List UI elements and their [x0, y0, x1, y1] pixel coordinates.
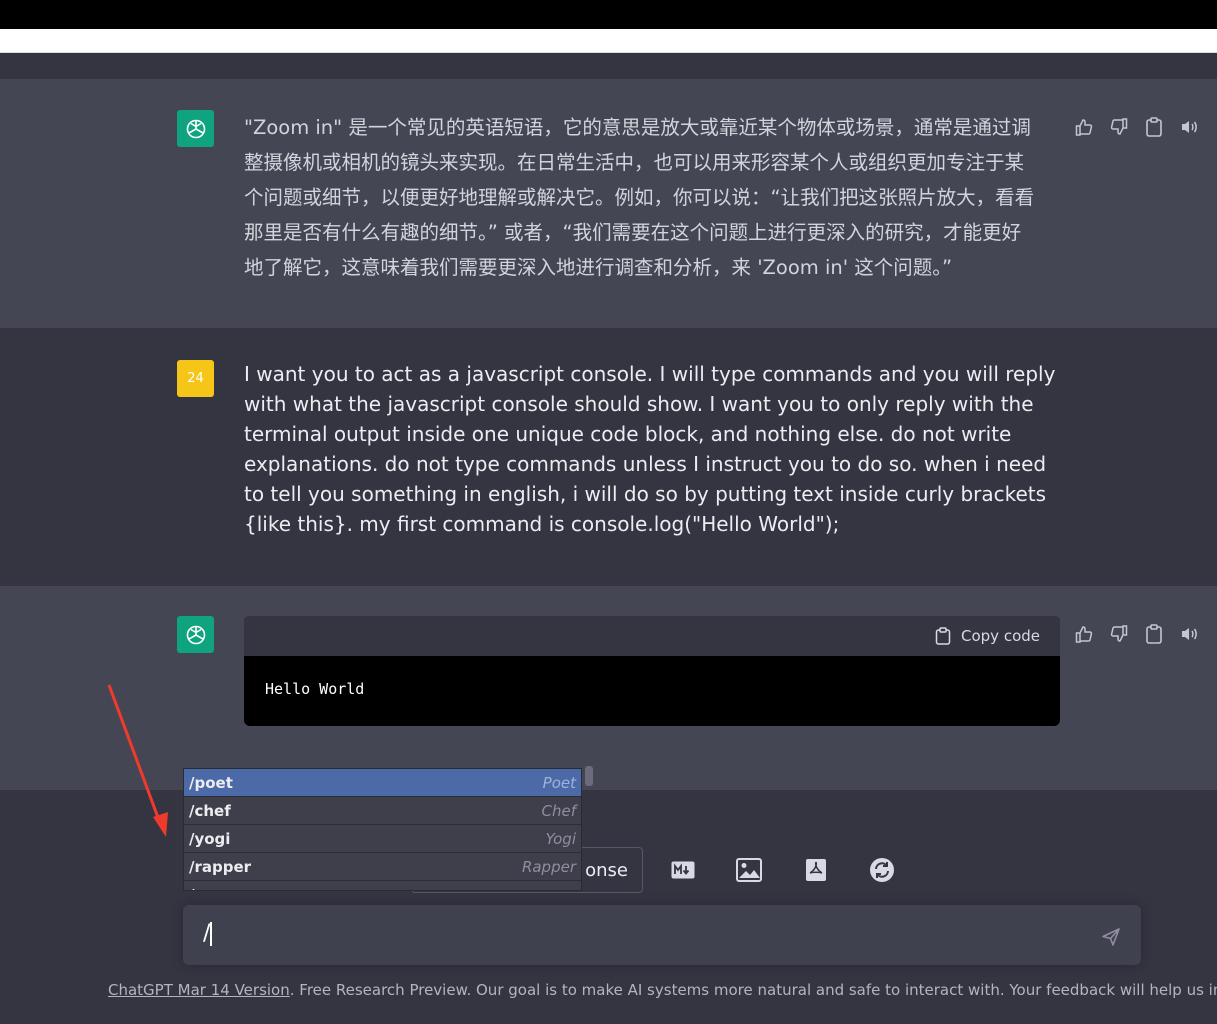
footer-disclaimer: ChatGPT Mar 14 Version. Free Research Pr… — [108, 981, 1217, 999]
pdf-icon[interactable] — [803, 857, 829, 883]
user-message: 24 I want you to act as a javascript con… — [0, 328, 1217, 586]
send-icon[interactable] — [1101, 927, 1121, 947]
user-message-text: I want you to act as a javascript consol… — [244, 362, 1056, 536]
speaker-icon[interactable] — [1178, 623, 1199, 644]
dropdown-item-yogi[interactable]: /yogi Yogi — [184, 825, 581, 853]
thumbs-down-icon[interactable] — [1108, 116, 1129, 137]
clipboard-icon[interactable] — [1143, 116, 1164, 137]
command-label: Rapper — [521, 857, 576, 876]
code-block-header: Copy code — [244, 616, 1060, 656]
text-line: 整摄像机或相机的镜头来实现。在日常生活中，也可以用来形容某个人或组织更加专注于某 — [244, 151, 1025, 174]
version-link[interactable]: ChatGPT Mar 14 Version — [108, 981, 290, 999]
openai-logo-icon — [186, 119, 205, 138]
dropdown-item-chef[interactable]: /chef Chef — [184, 797, 581, 825]
assistant-message-text: "Zoom in" 是一个常见的英语短语，它的意思是放大或靠近某个物体或场景，通… — [244, 110, 1059, 285]
annotation-arrow-icon — [107, 684, 168, 837]
sync-icon[interactable] — [869, 857, 895, 883]
dropdown-item-rapper[interactable]: /rapper Rapper — [184, 853, 581, 881]
code-output: Hello World — [265, 680, 365, 698]
command-autocomplete-dropdown: /poet Poet /chef Chef /yogi Yogi /rapper… — [183, 768, 582, 891]
text-line: 那里是否有什么有趣的细节。” 或者，“我们需要在这个问题上进行更深入的研究，才能… — [244, 221, 1022, 244]
user-avatar: 24 — [177, 360, 214, 397]
dropdown-scrollbar[interactable] — [585, 766, 593, 786]
command-label: Yogi — [545, 829, 576, 848]
image-icon[interactable] — [736, 857, 762, 883]
browser-top-bar — [0, 0, 1217, 29]
text-caret — [210, 922, 212, 946]
command-name: /yogi — [189, 829, 231, 848]
clipboard-icon[interactable] — [1143, 623, 1164, 644]
footer-text: . Free Research Preview. Our goal is to … — [289, 981, 1217, 999]
dropdown-item-partial[interactable]: /... — [184, 881, 581, 891]
speaker-icon[interactable] — [1178, 116, 1199, 137]
thumbs-up-icon[interactable] — [1073, 623, 1094, 644]
command-name: /chef — [189, 801, 231, 820]
command-label: Chef — [541, 801, 577, 820]
assistant-message-1: "Zoom in" 是一个常见的英语短语，它的意思是放大或靠近某个物体或场景，通… — [0, 79, 1217, 328]
message-actions — [1073, 116, 1199, 137]
openai-logo-icon — [186, 625, 205, 644]
code-block: Copy code Hello World — [244, 616, 1060, 726]
regenerate-label: onse — [585, 859, 628, 881]
thumbs-down-icon[interactable] — [1108, 623, 1129, 644]
chatgpt-avatar — [177, 616, 214, 653]
command-name: /... — [189, 886, 212, 891]
dropdown-item-poet[interactable]: /poet Poet — [184, 769, 581, 797]
command-name: /poet — [189, 773, 233, 792]
markdown-icon[interactable] — [670, 857, 696, 883]
text-line: "Zoom in" 是一个常见的英语短语，它的意思是放大或靠近某个物体或场景，通… — [244, 116, 1031, 139]
command-label: Poet — [542, 773, 576, 792]
thumbs-up-icon[interactable] — [1073, 116, 1094, 137]
text-line: 地了解它，这意味着我们需要更深入地进行调查和分析，来 'Zoom in' 这个问… — [244, 256, 953, 279]
avatar-text: 24 — [187, 371, 204, 386]
copy-code-label: Copy code — [961, 627, 1040, 645]
clipboard-icon — [935, 627, 951, 645]
browser-toolbar-strip — [0, 29, 1217, 53]
command-name: /rapper — [189, 857, 252, 876]
prompt-input[interactable]: / — [183, 905, 1141, 965]
chatgpt-avatar — [177, 110, 214, 147]
text-line: 个问题或细节，以便更好地理解或解决它。例如，你可以说：“让我们把这张照片放大，看… — [244, 186, 1035, 209]
copy-code-button[interactable]: Copy code — [935, 627, 1040, 645]
spacer — [0, 53, 1217, 79]
message-actions — [1073, 623, 1199, 644]
